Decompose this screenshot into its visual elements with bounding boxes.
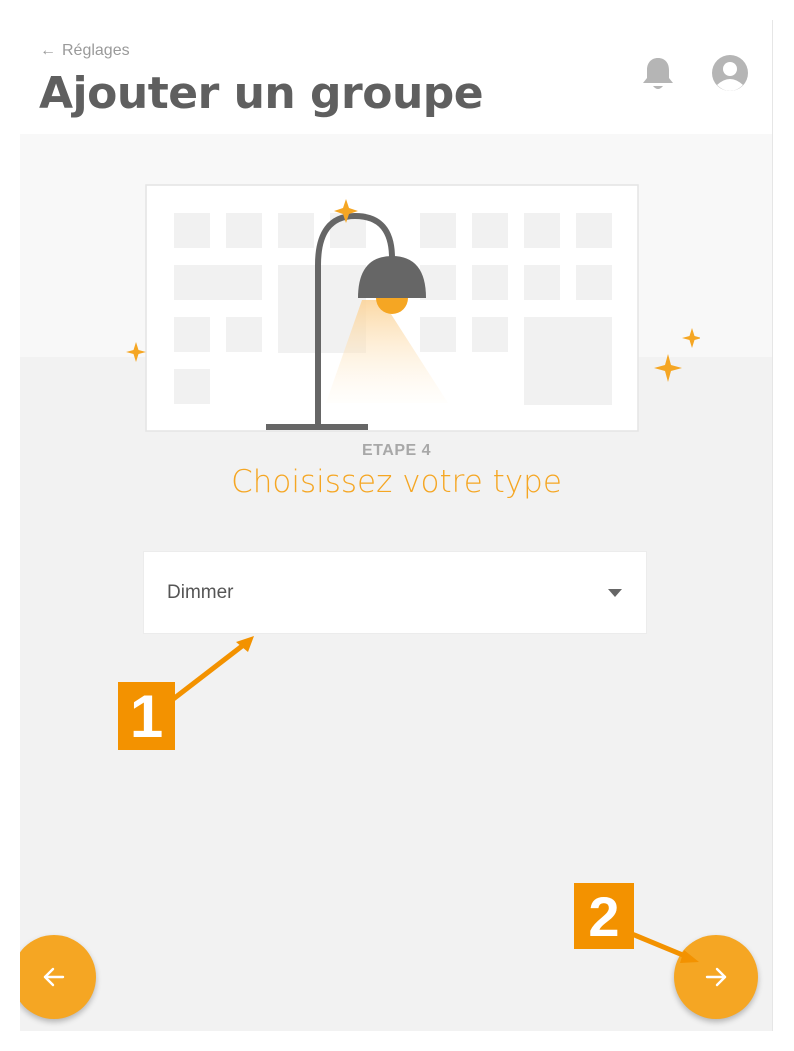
arrow-left-icon: ← xyxy=(40,42,56,59)
back-link[interactable]: ← Réglages xyxy=(40,42,130,60)
arrow-left-icon xyxy=(43,967,65,987)
app-frame: ← Réglages Ajouter un groupe ETAPE 4 Cho… xyxy=(20,20,773,1031)
callout-1: 1 xyxy=(118,682,175,750)
arrow-right-icon xyxy=(705,967,727,987)
lamp-illustration xyxy=(126,184,700,432)
user-icon[interactable] xyxy=(711,54,749,92)
step-title: Choisissez votre type xyxy=(231,464,562,500)
previous-step-button[interactable] xyxy=(20,935,96,1019)
step-label: ETAPE 4 xyxy=(362,442,431,459)
callout-2: 2 xyxy=(574,883,634,949)
header: ← Réglages Ajouter un groupe xyxy=(20,20,772,134)
page-title: Ajouter un groupe xyxy=(39,68,484,119)
chevron-down-icon xyxy=(608,589,622,597)
type-select[interactable]: Dimmer xyxy=(143,551,647,634)
next-step-button[interactable] xyxy=(674,935,758,1019)
bell-icon[interactable] xyxy=(641,56,675,92)
back-link-label: Réglages xyxy=(62,42,130,59)
type-select-value: Dimmer xyxy=(167,581,234,603)
